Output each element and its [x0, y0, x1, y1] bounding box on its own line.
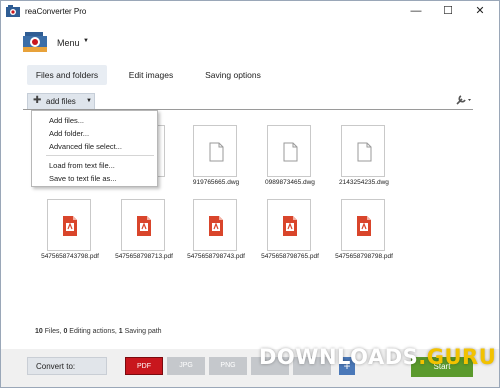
file-name: 5475658743798.pdf [41, 253, 99, 260]
menu-item-advanced-file-select[interactable]: Advanced file select... [49, 142, 122, 151]
add-files-label: add files [46, 97, 76, 106]
tab-edit-images[interactable]: Edit images [121, 65, 181, 85]
pdf-file-icon [209, 216, 223, 236]
menu-item-add-files[interactable]: Add files... [49, 116, 84, 125]
document-icon [209, 142, 224, 162]
convert-to-label: Convert to: [27, 357, 107, 375]
file-thumbnail [193, 125, 237, 177]
file-thumbnail [121, 199, 165, 251]
file-name: 5475658798713.pdf [115, 253, 173, 260]
menu-item-add-folder[interactable]: Add folder... [49, 129, 89, 138]
file-tile[interactable]: 5475658798713.pdf [109, 199, 179, 273]
tab-saving-options[interactable]: Saving options [199, 65, 267, 85]
file-thumbnail [341, 199, 385, 251]
file-thumbnail [341, 125, 385, 177]
file-tile[interactable]: 0989873465.dwg [255, 125, 325, 199]
app-logo-icon [6, 5, 20, 17]
file-thumbnail [267, 199, 311, 251]
file-tile[interactable]: 5475658798765.pdf [255, 199, 325, 273]
edits-label: Editing actions, [69, 328, 117, 335]
file-name: 5475658798765.pdf [261, 253, 319, 260]
file-thumbnail [193, 199, 237, 251]
watermark-text: DOWNLOADS.GURU [259, 345, 496, 369]
format-button-jpg[interactable]: JPG [167, 357, 205, 375]
menu-separator [46, 155, 154, 156]
file-tile[interactable]: 5475658798743.pdf [181, 199, 251, 273]
menu-item-load-from-text-file[interactable]: Load from text file... [49, 161, 115, 170]
file-name: 0989873465.dwg [265, 179, 315, 186]
pdf-file-icon [357, 216, 371, 236]
format-button-png[interactable]: PNG [209, 357, 247, 375]
pdf-file-icon [283, 216, 297, 236]
pdf-file-icon [63, 216, 77, 236]
watermark: DOWNLOADS.GURU [259, 339, 496, 379]
file-name: 2143254235.dwg [339, 179, 389, 186]
file-tile[interactable]: 5475658798798.pdf [329, 199, 399, 273]
convert-to-text: Convert to: [36, 362, 76, 371]
window-title: reaConverter Pro [25, 7, 87, 16]
paths-count: 1 [118, 328, 123, 335]
tab-files-and-folders[interactable]: Files and folders [27, 65, 107, 85]
file-name: 919765665.dwg [192, 179, 240, 186]
plus-icon: ✚ [33, 95, 42, 106]
file-name: 5475658798798.pdf [335, 253, 393, 260]
paths-label: Saving path [124, 328, 162, 335]
title-bar: reaConverter Pro — ☐ ✕ [1, 1, 499, 23]
files-label: Files, [44, 328, 62, 335]
file-thumbnail [47, 199, 91, 251]
chevron-down-icon: ▼ [86, 98, 92, 104]
menu-label: Menu [57, 38, 80, 48]
minimize-button[interactable]: — [400, 3, 432, 20]
file-name: 5475658798743.pdf [187, 253, 245, 260]
file-tile[interactable]: 2143254235.dwg [329, 125, 399, 199]
file-tile[interactable]: 5475658743798.pdf [35, 199, 105, 273]
add-files-button[interactable]: ✚ add files ▼ [27, 93, 95, 109]
document-icon [357, 142, 372, 162]
add-files-dropdown: Add files... Add folder... Advanced file… [31, 110, 158, 187]
app-menu-icon [23, 32, 47, 52]
close-button[interactable]: ✕ [464, 3, 496, 20]
maximize-button[interactable]: ☐ [432, 3, 464, 20]
settings-menu-button[interactable] [455, 94, 473, 106]
file-thumbnail [267, 125, 311, 177]
status-summary: 10 Files, 0 Editing actions, 1 Saving pa… [35, 328, 162, 335]
files-count: 10 [35, 328, 43, 335]
app-window: reaConverter Pro — ☐ ✕ Menu ▼ Files and … [0, 0, 500, 388]
watermark-text-b: .GURU [418, 345, 497, 369]
document-icon [283, 142, 298, 162]
watermark-text-a: DOWNLOADS [259, 345, 419, 369]
pdf-file-icon [137, 216, 151, 236]
edits-count: 0 [63, 328, 68, 335]
wrench-icon [456, 95, 471, 105]
chevron-down-icon: ▼ [83, 38, 89, 44]
format-button-pdf[interactable]: PDF [125, 357, 163, 375]
file-tile[interactable]: 919765665.dwg [181, 125, 251, 199]
menu-item-save-to-text-file[interactable]: Save to text file as... [49, 174, 117, 183]
